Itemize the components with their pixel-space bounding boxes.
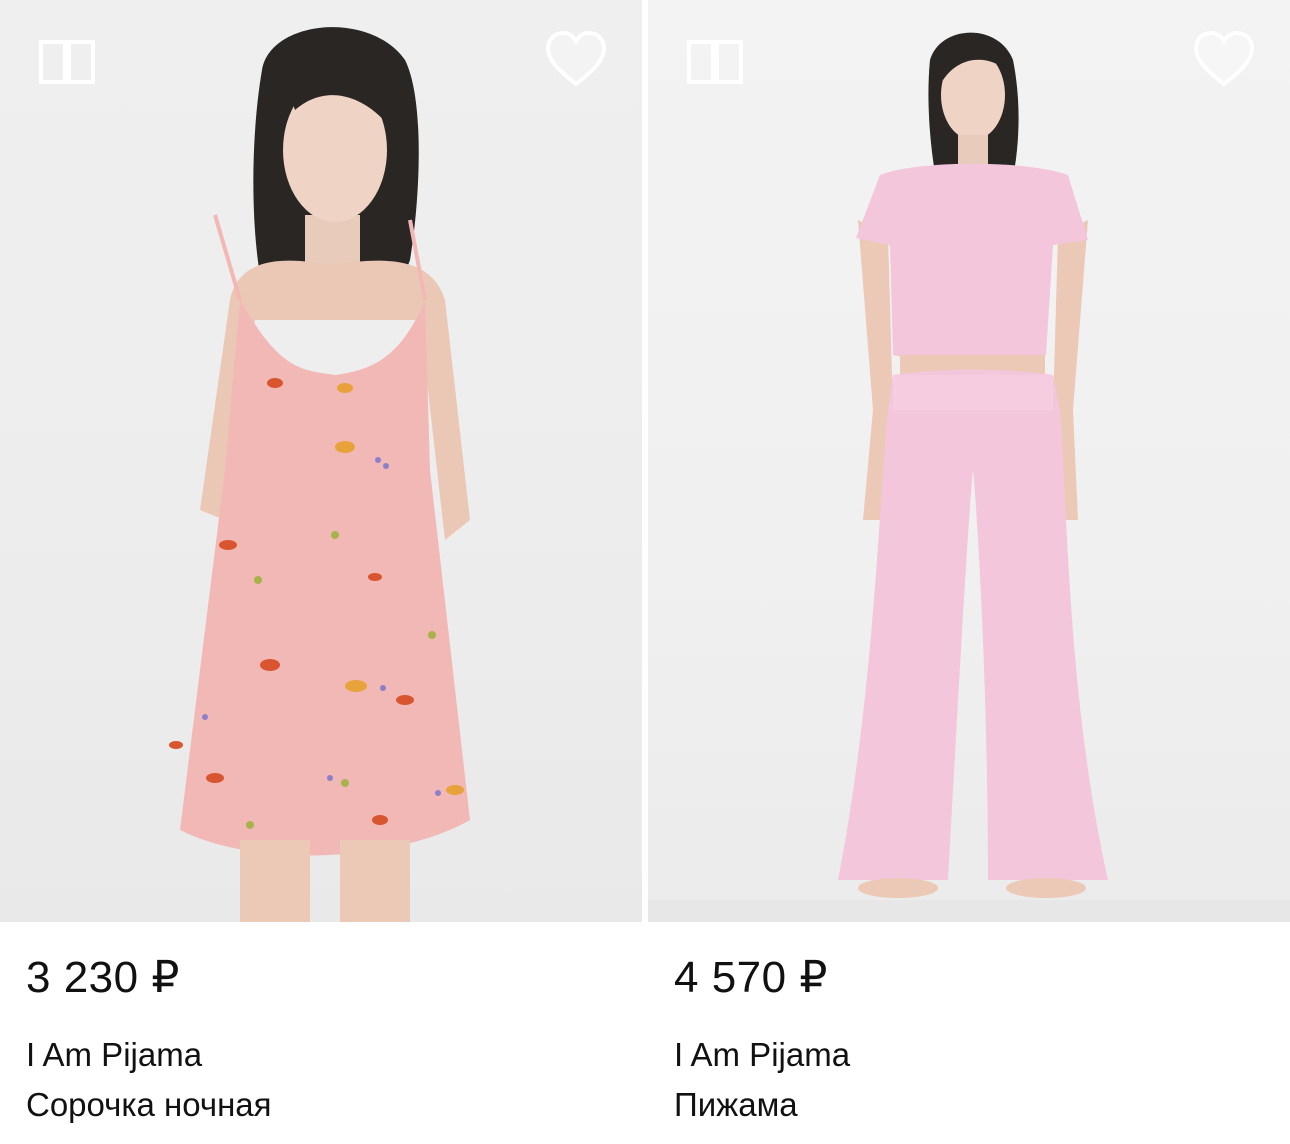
product-title[interactable]: Сорочка ночная xyxy=(26,1086,272,1124)
product-photo xyxy=(648,32,1290,922)
product-photo xyxy=(169,27,470,922)
product-brand[interactable]: I Am Pijama xyxy=(26,1036,202,1074)
compare-icon[interactable] xyxy=(686,38,746,88)
compare-icon[interactable] xyxy=(38,38,98,88)
product-grid: 3 230 ₽ I Am Pijama Сорочка ночная 4 570… xyxy=(0,0,1290,1144)
product-price: 3 230 ₽ xyxy=(26,953,180,1002)
product-card[interactable]: 4 570 ₽ I Am Pijama Пижама xyxy=(648,0,1290,1144)
product-brand[interactable]: I Am Pijama xyxy=(674,1036,850,1074)
heart-icon[interactable] xyxy=(1192,30,1256,90)
product-price: 4 570 ₽ xyxy=(674,953,828,1002)
product-image[interactable] xyxy=(648,0,1290,922)
product-card[interactable]: 3 230 ₽ I Am Pijama Сорочка ночная xyxy=(0,0,642,1144)
heart-icon[interactable] xyxy=(544,30,608,90)
product-image[interactable] xyxy=(0,0,642,922)
product-title[interactable]: Пижама xyxy=(674,1086,798,1124)
